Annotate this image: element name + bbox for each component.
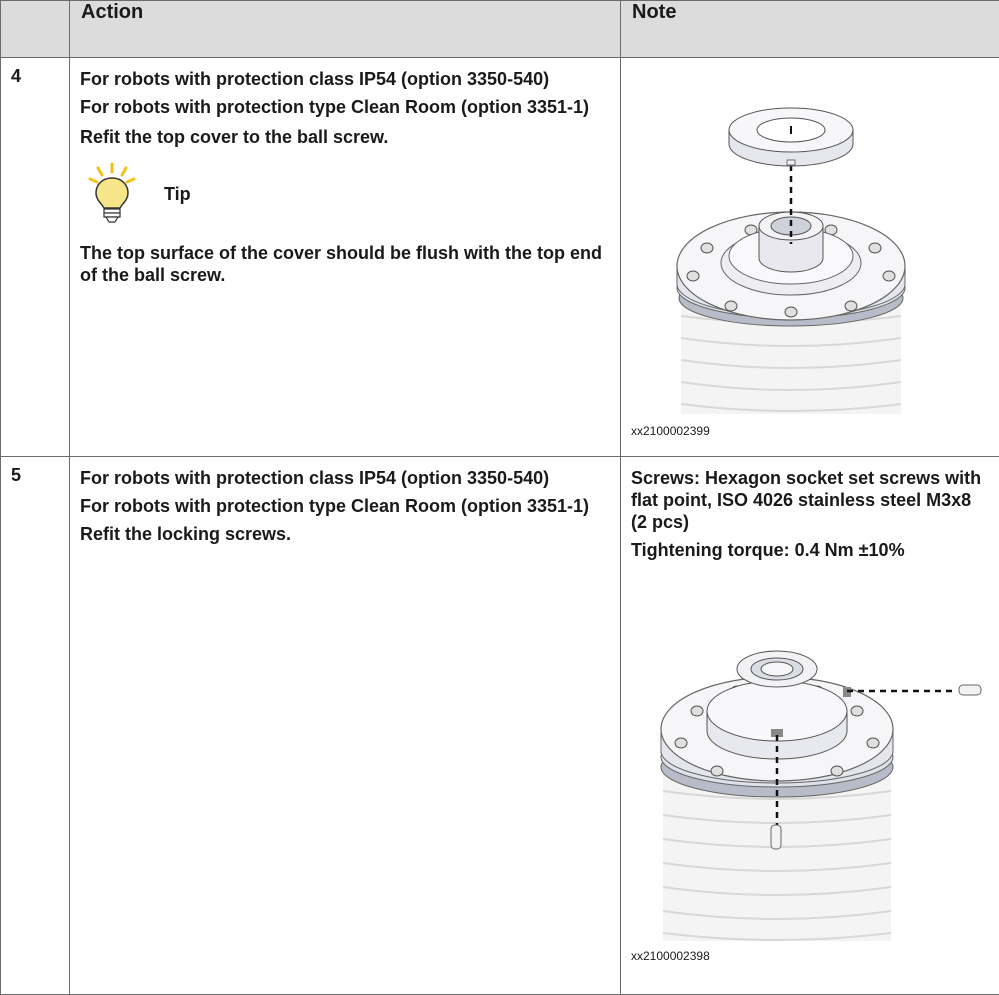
action-text: For robots with protection class IP54 (o… (70, 457, 620, 489)
action-cell: For robots with protection class IP54 (o… (70, 58, 621, 457)
action-cell: For robots with protection class IP54 (o… (70, 457, 621, 995)
lightbulb-icon (88, 162, 136, 226)
tip-text: The top surface of the cover should be f… (70, 232, 620, 286)
step-number: 4 (1, 58, 70, 457)
header-action: Action (70, 1, 621, 58)
figure-top-cover (621, 58, 999, 414)
action-text: Refit the top cover to the ball screw. (70, 118, 620, 148)
action-text: For robots with protection type Clean Ro… (70, 90, 620, 118)
header-note: Note (621, 1, 999, 58)
note-text: Screws: Hexagon socket set screws with f… (621, 457, 999, 533)
table-row: 5 For robots with protection class IP54 … (1, 457, 999, 995)
tip-box: Tip (70, 148, 620, 232)
header-step-number (1, 1, 70, 58)
figure-locking-screws (621, 561, 999, 941)
table-header-row: Action Note (1, 1, 999, 58)
figure-code: xx2100002398 (621, 941, 999, 967)
action-text: Refit the locking screws. (70, 517, 620, 545)
note-cell: xx2100002399 (621, 58, 999, 457)
procedure-table: Action Note 4 For robots with protection… (0, 0, 999, 995)
tip-label: Tip (164, 183, 191, 205)
table-row: 4 For robots with protection class IP54 … (1, 58, 999, 457)
step-number: 5 (1, 457, 70, 995)
figure-code: xx2100002399 (621, 414, 999, 442)
action-text: For robots with protection class IP54 (o… (70, 58, 620, 90)
action-text: For robots with protection type Clean Ro… (70, 489, 620, 517)
note-text: Tightening torque: 0.4 Nm ±10% (621, 533, 999, 561)
note-cell: Screws: Hexagon socket set screws with f… (621, 457, 999, 995)
